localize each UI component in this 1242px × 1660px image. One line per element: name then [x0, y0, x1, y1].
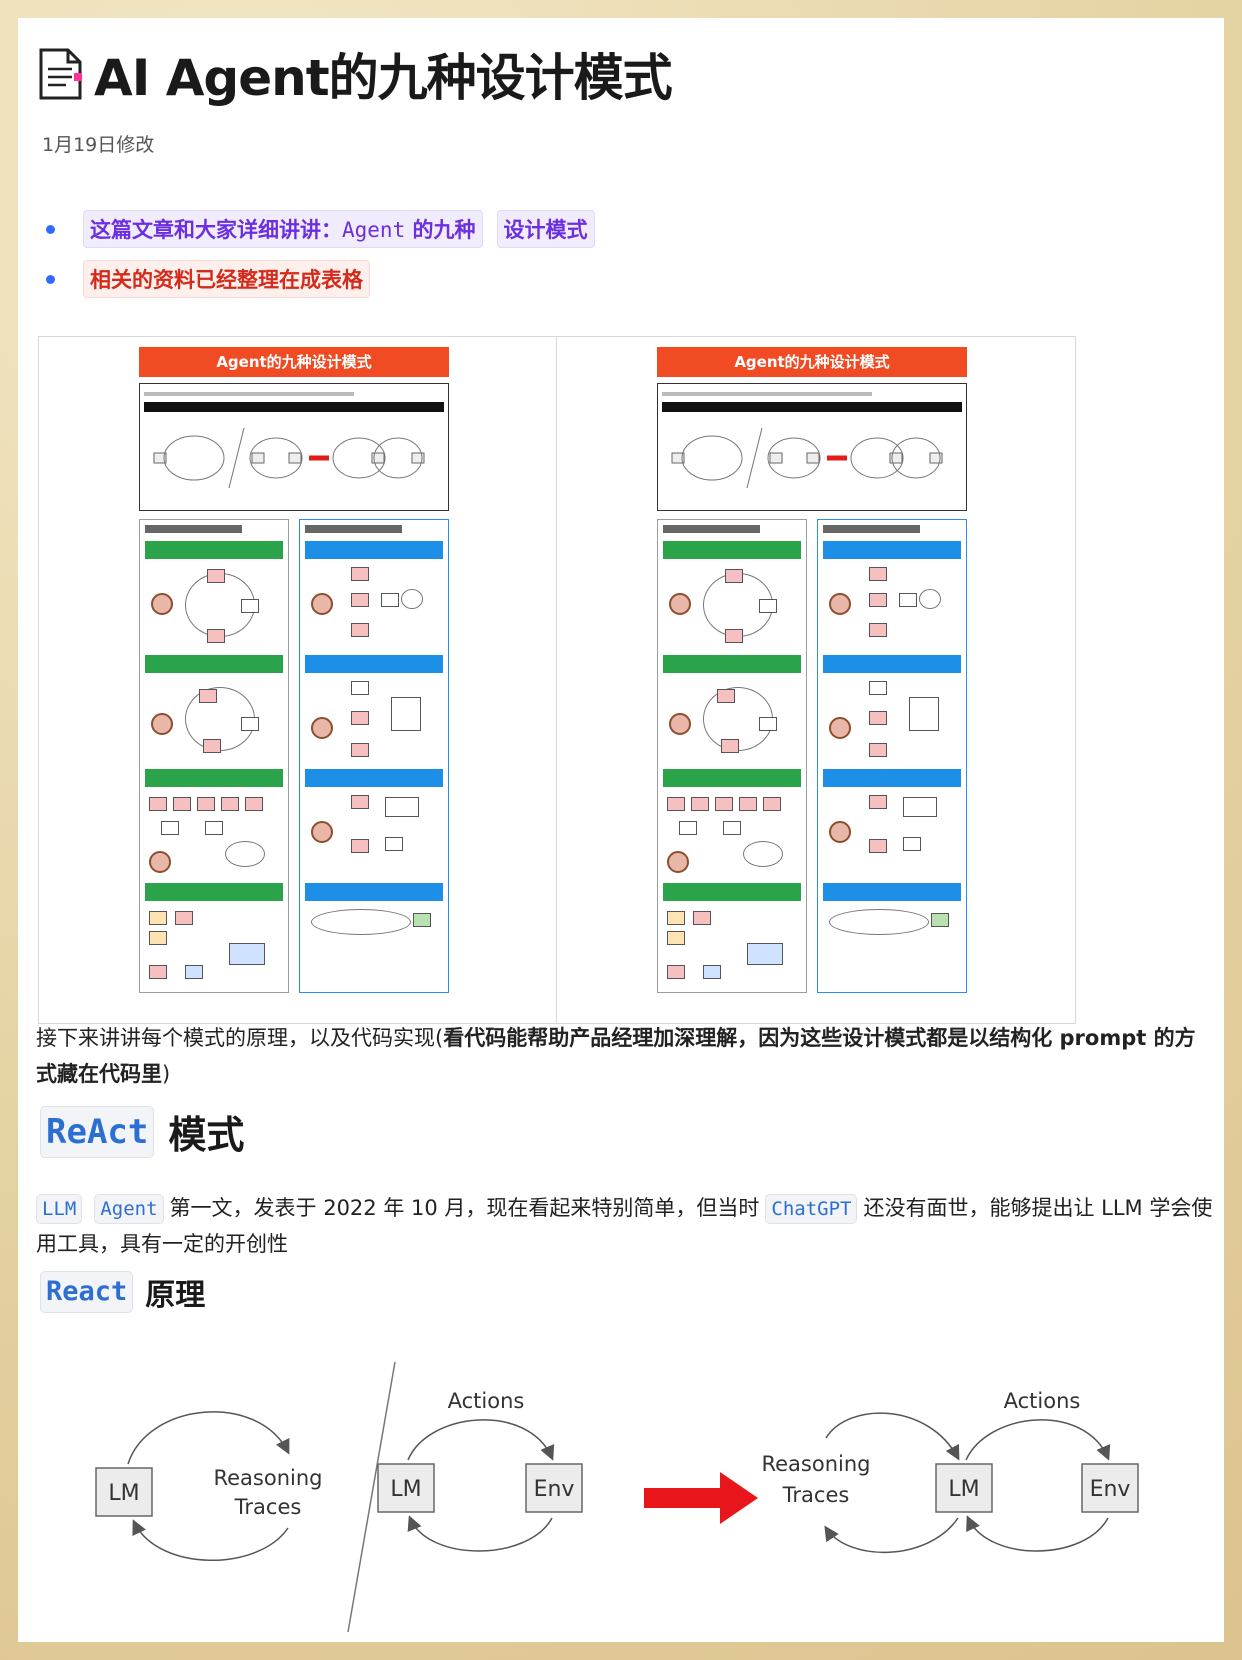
svg-text:Env: Env: [534, 1477, 575, 1502]
bullet-dot: [46, 224, 55, 234]
svg-text:LM: LM: [390, 1477, 421, 1502]
actions-label: Actions: [448, 1389, 525, 1413]
inline-code: ChatGPT: [765, 1194, 858, 1224]
poster-image-left[interactable]: Agent的九种设计模式: [39, 337, 557, 1023]
poster-image-pair[interactable]: Agent的九种设计模式 Agent的九种设计模式: [38, 336, 1076, 1024]
env-box: Env: [1081, 1463, 1139, 1513]
traces-label: Traces: [782, 1483, 850, 1507]
react-paragraph: LLM Agent 第一文，发表于 2022 年 10 月，现在看起来特别简单，但当…: [36, 1194, 1213, 1256]
actions-label: Actions: [1004, 1389, 1081, 1413]
poster-title: Agent的九种设计模式: [139, 347, 449, 377]
traces-label: Traces: [234, 1495, 302, 1519]
heading-text: 原理: [145, 1278, 206, 1313]
document-icon: [38, 47, 84, 101]
inline-code: Agent: [94, 1194, 164, 1224]
lm-box: LM: [377, 1463, 435, 1513]
reasoning-label: Reasoning: [761, 1452, 870, 1476]
inline-code: LLM: [36, 1194, 83, 1224]
poster-column-blue: [299, 519, 449, 993]
svg-text:LM: LM: [948, 1477, 979, 1502]
highlight-chip: 这篇文章和大家详细讲讲：Agent 的九种: [83, 210, 483, 248]
poster-title: Agent的九种设计模式: [657, 347, 967, 377]
react-heading: ReAct 模式: [40, 1104, 244, 1159]
intro-paragraph: 接下来讲讲每个模式的原理，以及代码实现(看代码能帮助产品经理加深理解，因为这些设…: [36, 1026, 1196, 1086]
poster-column-green: [139, 519, 289, 993]
poster-react-section: [657, 383, 967, 511]
highlight-chip-2: 设计模式: [496, 210, 595, 248]
transition-arrow: [644, 1472, 758, 1524]
document-page: AI Agent的九种设计模式 1月19日修改 这篇文章和大家详细讲讲：Agen…: [18, 18, 1224, 1642]
highlight-chip-red: 相关的资料已经整理在成表格: [83, 260, 370, 298]
inline-code: ReAct: [40, 1105, 155, 1158]
svg-text:Env: Env: [1090, 1477, 1131, 1502]
poster-column-green: [657, 519, 807, 993]
lm-box: LM: [935, 1463, 993, 1513]
poster: Agent的九种设计模式: [139, 347, 449, 1007]
lm-box: LM: [95, 1467, 153, 1517]
react-principle-heading: React 原理: [40, 1270, 205, 1314]
poster-react-section: [139, 383, 449, 511]
modified-date: 1月19日修改: [42, 134, 155, 156]
list-item: 这篇文章和大家详细讲讲：Agent 的九种 设计模式: [42, 204, 609, 254]
list-item: 相关的资料已经整理在成表格: [42, 254, 609, 304]
poster-image-right[interactable]: Agent的九种设计模式: [557, 337, 1075, 1023]
heading-text: 模式: [168, 1113, 245, 1157]
reasoning-label: Reasoning: [213, 1466, 322, 1490]
svg-text:LM: LM: [108, 1481, 139, 1506]
title-row: AI Agent的九种设计模式: [38, 38, 673, 110]
poster-column-blue: [817, 519, 967, 993]
bullet-dot: [46, 274, 55, 284]
inline-code: React: [40, 1271, 134, 1313]
react-diagram[interactable]: LM Reasoning Traces Actions LM Env Reaso…: [58, 1342, 1208, 1642]
page-title: AI Agent的九种设计模式: [94, 49, 673, 107]
bullet-list: 这篇文章和大家详细讲讲：Agent 的九种 设计模式 相关的资料已经整理在成表格: [42, 204, 609, 304]
env-box: Env: [525, 1463, 583, 1513]
poster: Agent的九种设计模式: [657, 347, 967, 1007]
